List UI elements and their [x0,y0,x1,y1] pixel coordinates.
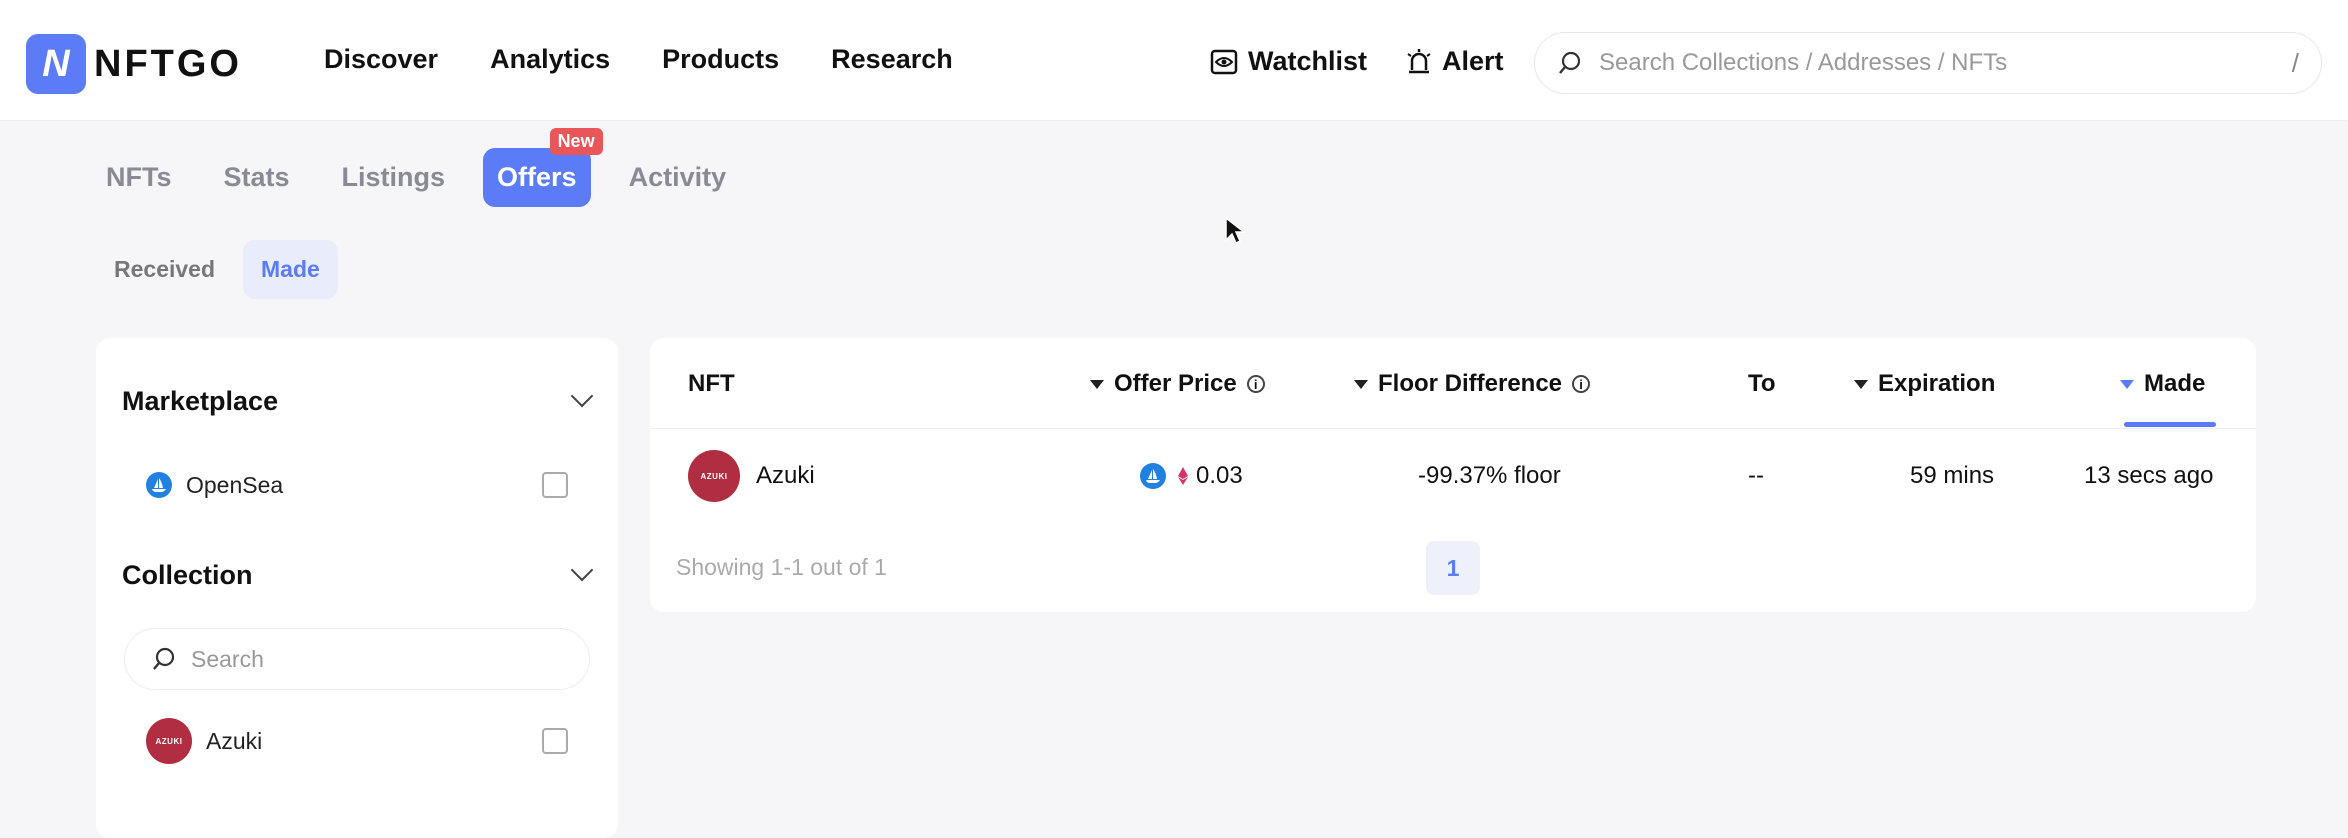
opensea-icon [1140,463,1166,489]
marketplace-heading: Marketplace [122,386,279,416]
table-cell-floor-difference: -99.37% floor [1418,462,1561,489]
top-header: N NFTGO Discover Analytics Products Rese… [0,0,2348,121]
sort-down-icon [1354,379,1368,389]
azuki-checkbox[interactable] [542,728,568,754]
info-icon[interactable]: i [1572,375,1591,393]
tab-stats[interactable]: Stats [224,162,290,193]
azuki-avatar: AZUKI [688,450,740,502]
new-badge: New [549,128,603,155]
collection-search[interactable] [124,628,590,690]
pagination-summary: Showing 1-1 out of 1 [676,554,887,580]
sort-down-icon [1854,379,1868,389]
eye-icon [1210,49,1238,74]
table-cell-made: 13 secs ago [2084,462,2214,489]
collection-option-azuki[interactable]: AZUKI Azuki [146,718,568,764]
tab-offers[interactable]: Offers New [483,128,603,207]
column-expiration-label: Expiration [1878,370,1996,397]
nav-research[interactable]: Research [831,44,953,75]
search-shortcut-hint: / [2291,47,2299,78]
column-header-nft: NFT [688,370,735,398]
tab-listings[interactable]: Listings [342,162,446,193]
marketplace-option-opensea[interactable]: OpenSea [146,470,568,500]
info-icon[interactable]: i [1246,375,1265,393]
watchlist-label: Watchlist [1248,46,1368,76]
alert-label: Alert [1442,46,1504,76]
alert-link[interactable]: Alert [1406,46,1504,77]
sort-down-icon [1090,379,1104,389]
pagination-page-1[interactable]: 1 [1426,541,1480,595]
alarm-icon [1407,48,1431,73]
nftgo-logo-mark: N [26,34,86,94]
nftgo-logo-text: NFTGO [94,42,242,85]
opensea-icon [146,472,172,498]
column-made-label: Made [2144,370,2206,397]
watchlist-link[interactable]: Watchlist [1210,46,1367,77]
column-header-made[interactable]: Made [2120,370,2205,398]
offers-table: NFT Offer Price i Floor Difference i To … [650,338,2256,612]
tab-activity[interactable]: Activity [629,162,727,193]
global-search[interactable]: / [1534,32,2322,94]
table-row-nft[interactable]: AZUKI Azuki [688,450,815,502]
search-icon [1559,51,1581,74]
global-search-input[interactable] [1597,48,2292,78]
nav-discover[interactable]: Discover [324,44,438,75]
opensea-checkbox[interactable] [542,472,568,498]
nav-analytics[interactable]: Analytics [490,44,610,75]
nftgo-logo[interactable]: N NFTGO [26,34,242,94]
column-to-label: To [1748,370,1776,397]
column-nft-label: NFT [688,370,735,397]
table-cell-to: -- [1748,462,1764,489]
main-nav: Discover Analytics Products Research [324,44,953,75]
nav-products[interactable]: Products [662,44,779,75]
azuki-label: Azuki [206,727,263,754]
weth-icon [1178,467,1188,485]
azuki-avatar: AZUKI [146,718,192,764]
sort-down-icon [2120,379,2134,389]
column-header-expiration[interactable]: Expiration [1854,370,1995,398]
collection-heading: Collection [122,560,253,590]
tab-nfts[interactable]: NFTs [106,162,172,193]
column-header-offer-price[interactable]: Offer Price i [1090,370,1265,398]
filter-sidebar: Marketplace OpenSea Collection AZUKI Azu… [96,338,618,838]
chevron-down-icon[interactable] [570,558,594,582]
header-divider [650,428,2256,429]
search-icon [153,647,175,670]
column-header-floor-difference[interactable]: Floor Difference i [1354,370,1591,398]
collection-search-input[interactable] [189,644,563,674]
mouse-cursor-icon [1225,216,1246,245]
table-cell-offer-price: 0.03 [1140,462,1243,490]
page-tabs: NFTs Stats Listings Offers New Activity [106,128,778,207]
offer-subtabs: Received Made [96,240,338,299]
active-sort-indicator [2124,422,2216,427]
opensea-label: OpenSea [186,471,284,498]
column-header-to: To [1748,370,1776,398]
column-floor-difference-label: Floor Difference [1378,370,1563,397]
column-offer-price-label: Offer Price [1114,370,1237,397]
chevron-down-icon[interactable] [570,384,594,408]
table-cell-expiration: 59 mins [1910,462,1995,489]
offer-price-value: 0.03 [1196,462,1243,489]
nft-name: Azuki [756,462,815,489]
subtab-made[interactable]: Made [243,240,338,299]
subtab-received[interactable]: Received [96,240,233,299]
tab-offers-label: Offers [497,162,577,192]
